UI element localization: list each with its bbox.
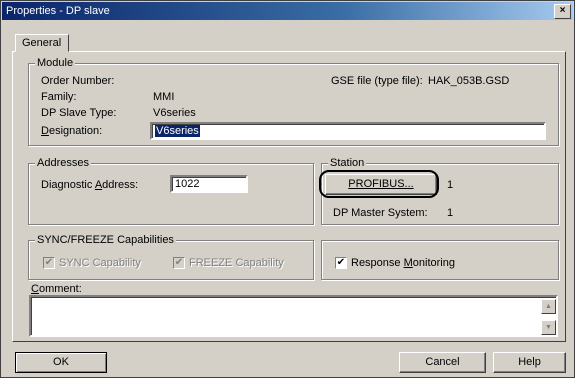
highlight-callout — [319, 170, 439, 198]
ok-button[interactable]: OK — [15, 352, 107, 373]
addresses-group: Addresses — [28, 156, 314, 225]
designation-field[interactable]: V6series — [150, 122, 546, 140]
dp-slave-type-label: DP Slave Type: — [41, 107, 117, 119]
module-legend: Module — [35, 56, 76, 70]
addresses-legend: Addresses — [35, 156, 91, 170]
help-button[interactable]: Help — [493, 352, 566, 373]
comment-field[interactable] — [29, 295, 558, 337]
response-monitoring-checkbox[interactable]: ✔ — [335, 257, 347, 269]
tab-general-label: General — [22, 37, 62, 49]
comment-mnemonic: C — [31, 283, 39, 295]
response-mnemonic: M — [403, 257, 413, 269]
title-bar[interactable]: Properties - DP slave × — [2, 2, 573, 20]
response-label-pre: Response — [351, 257, 404, 269]
diagnostic-label-post: ddress: — [102, 179, 139, 191]
dp-master-system-label: DP Master System: — [333, 207, 428, 219]
sync-capability-checkbox[interactable]: ✔ — [43, 257, 55, 269]
response-monitoring-label: Response Monitoring — [351, 257, 455, 270]
dp-master-system-value: 1 — [447, 207, 454, 219]
cancel-button[interactable]: Cancel — [399, 352, 486, 373]
diagnostic-address-value: 1022 — [175, 178, 200, 190]
designation-value: V6series — [155, 125, 200, 137]
sync-freeze-legend: SYNC/FREEZE Capabilities — [35, 233, 176, 247]
gse-file-value: HAK_053B.GSD — [428, 75, 510, 87]
diagnostic-address-label: Diagnostic Address: — [41, 179, 138, 192]
profibus-value: 1 — [447, 179, 454, 191]
designation-label-rest: esignation: — [48, 125, 103, 137]
properties-dialog: Properties - DP slave × General Module O… — [0, 0, 575, 378]
tab-general[interactable]: General — [15, 34, 69, 52]
sync-capability-label: SYNC Capability — [59, 257, 141, 269]
window-title: Properties - DP slave — [6, 5, 110, 17]
diagnostic-address-field[interactable]: 1022 — [170, 175, 248, 193]
designation-label: Designation: — [41, 125, 102, 138]
station-legend: Station — [328, 156, 367, 170]
family-label: Family: — [41, 91, 77, 103]
comment-label-rest: omment: — [38, 283, 82, 295]
order-number-label: Order Number: — [41, 75, 115, 87]
freeze-capability-label: FREEZE Capability — [189, 257, 284, 269]
freeze-capability-checkbox[interactable]: ✔ — [173, 257, 185, 269]
comment-scroll-down[interactable]: ▼ — [541, 320, 556, 335]
close-button[interactable]: × — [554, 4, 571, 19]
dp-slave-type-value: V6series — [153, 107, 196, 119]
comment-scroll-up[interactable]: ▲ — [541, 299, 556, 314]
gse-file-label: GSE file (type file): — [331, 75, 423, 87]
designation-mnemonic: D — [41, 125, 49, 137]
response-label-post: onitoring — [412, 257, 455, 269]
diagnostic-label-pre: Diagnostic — [41, 179, 95, 191]
family-value: MMI — [153, 91, 175, 103]
